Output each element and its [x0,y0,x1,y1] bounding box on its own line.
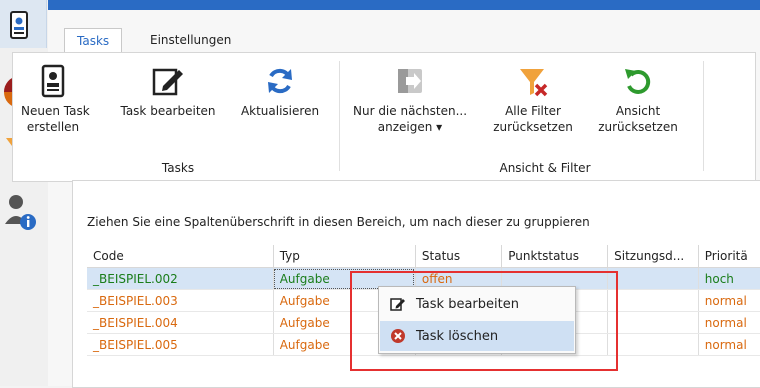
cell-sitzungsdatum[interactable] [607,333,699,356]
grid-header-row: Code Typ Status Punktstatus Sitzungsd...… [87,245,760,268]
edit-icon [380,296,416,312]
group-panel-hint[interactable]: Ziehen Sie eine Spaltenüberschrift in di… [87,215,590,229]
edit-task-button[interactable]: Task bearbeiten [111,59,225,119]
cell-sitzungsdatum[interactable] [607,267,699,290]
cell-code[interactable]: _BEISPIEL.004 [87,311,274,334]
new-task-icon [21,59,85,103]
reset-view-button[interactable]: Ansicht zurücksetzen [591,59,685,135]
new-task-label-1: Neuen Task [21,104,90,118]
group-label-tasks: Tasks [161,161,195,175]
column-header-punktstatus[interactable]: Punktstatus [501,245,609,268]
refresh-icon [235,59,325,103]
show-next-icon [347,59,473,103]
context-menu-edit-label: Task bearbeiten [416,296,519,312]
column-header-code[interactable]: Code [87,245,274,268]
tab-einstellungen[interactable]: Einstellungen [138,28,243,52]
reset-view-label-1: Ansicht [615,104,661,118]
cell-code[interactable]: _BEISPIEL.005 [87,333,274,356]
edit-task-icon [111,59,225,103]
cell-code[interactable]: _BEISPIEL.002 [87,267,274,290]
edit-task-label: Task bearbeiten [120,104,216,118]
context-menu-delete-label: Task löschen [416,328,499,344]
group-label-view-filter: Ansicht & Filter [499,161,591,175]
column-header-sitzungsdatum[interactable]: Sitzungsd... [607,245,699,268]
reset-view-label-2: zurücksetzen [598,120,678,134]
reset-filters-button[interactable]: Alle Filter zurücksetzen [485,59,581,135]
user-info-icon[interactable] [4,192,40,232]
cell-sitzungsdatum[interactable] [607,289,699,312]
reset-filters-label-2: zurücksetzen [493,120,573,134]
undo-icon [591,59,685,103]
ribbon-separator-2 [703,61,704,171]
context-menu-delete-task[interactable]: Task löschen [380,321,574,351]
contact-card-icon[interactable] [4,8,40,48]
cell-sitzungsdatum[interactable] [607,311,699,334]
new-task-label-2: erstellen [26,120,80,134]
cell-prioritaet[interactable]: normal [698,311,760,334]
window-title-bar [48,0,760,10]
filter-remove-icon [485,59,581,103]
show-next-label-2: anzeigen ▾ [377,120,443,134]
refresh-label: Aktualisieren [240,104,320,118]
ribbon: Neuen Task erstellen Task bearbeiten Akt… [12,52,756,182]
cell-prioritaet[interactable]: normal [698,289,760,312]
show-next-button[interactable]: Nur die nächsten... anzeigen ▾ [347,59,473,135]
cell-prioritaet[interactable]: normal [698,333,760,356]
delete-icon [380,328,416,344]
show-next-label-1: Nur die nächsten... [352,104,468,118]
reset-filters-label-1: Alle Filter [505,104,561,118]
column-header-prioritaet[interactable]: Prioritä [698,245,760,268]
column-header-typ[interactable]: Typ [273,245,416,268]
context-menu-edit-task[interactable]: Task bearbeiten [380,289,574,319]
column-header-status[interactable]: Status [415,245,503,268]
cell-prioritaet[interactable]: hoch [698,267,760,290]
context-menu: Task bearbeiten Task löschen [378,286,576,354]
ribbon-separator [339,61,340,171]
refresh-button[interactable]: Aktualisieren [235,59,325,119]
tab-tasks[interactable]: Tasks [64,28,123,53]
new-task-button[interactable]: Neuen Task erstellen [21,59,90,135]
cell-code[interactable]: _BEISPIEL.003 [87,289,274,312]
